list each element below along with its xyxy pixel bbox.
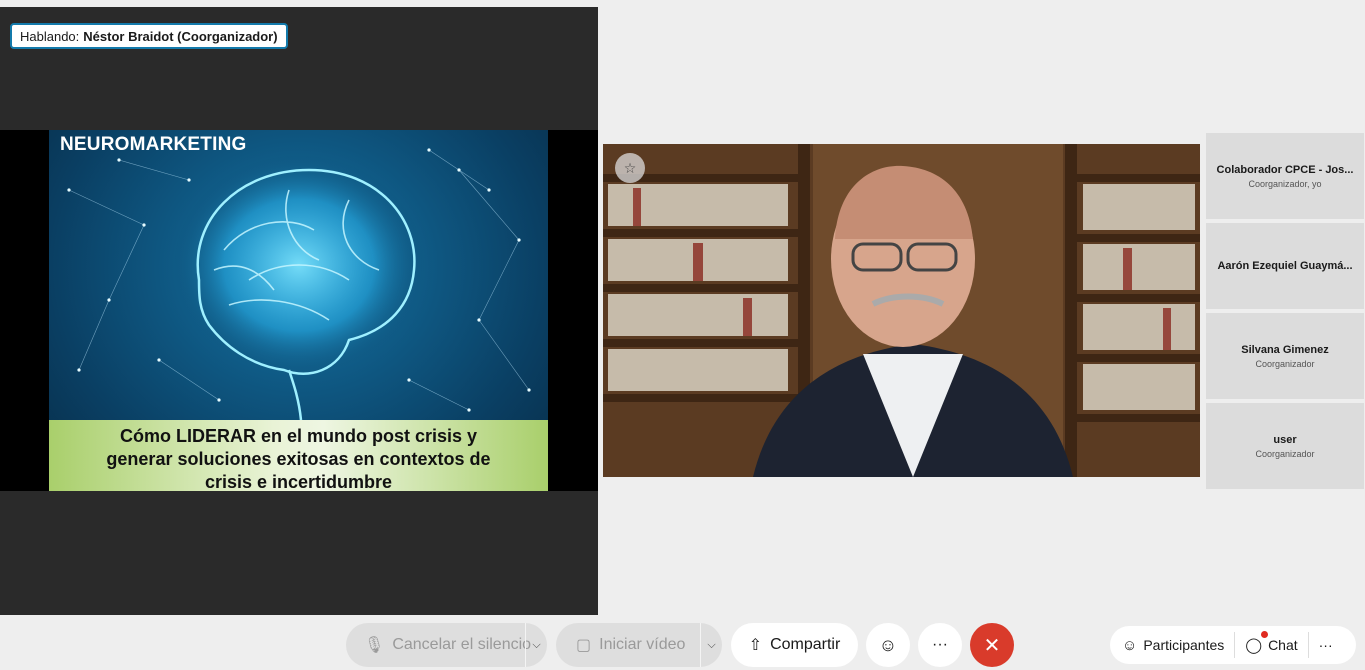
more-options-button[interactable]: ··· xyxy=(918,623,962,667)
participant-name: Silvana Gimenez xyxy=(1241,343,1329,356)
more-options-label: ··· xyxy=(932,636,948,653)
overflow-label: ··· xyxy=(1318,637,1333,653)
speaker-video-frame xyxy=(603,144,1200,477)
participants-button[interactable]: ☺ Participantes xyxy=(1110,626,1234,664)
active-speaker-indicator: Hablando: Néstor Braidot (Coorganizador) xyxy=(10,23,288,49)
speaking-prefix: Hablando: xyxy=(20,28,80,44)
participant-role: Coorganizador xyxy=(1255,358,1315,369)
microphone-icon: 🎙 xyxy=(364,637,385,654)
smiley-icon: ☺ xyxy=(878,634,898,655)
brain-illustration xyxy=(67,148,531,420)
pin-icon[interactable]: ☆ xyxy=(615,153,645,183)
chat-bubble-icon: ◯ xyxy=(1245,637,1263,654)
share-label: Compartir xyxy=(770,636,841,653)
presentation-slide: NEUROMARKETING Cómo LIDERAR en el mundo … xyxy=(49,130,548,491)
chat-button[interactable]: ◯ Chat xyxy=(1235,626,1307,664)
participant-tile[interactable]: Silvana Gimenez Coorganizador xyxy=(1206,313,1364,399)
person-icon: ☺ xyxy=(1122,636,1138,654)
participant-tile[interactable]: Aarón Ezequiel Guaymá... xyxy=(1206,223,1364,309)
video-options-chevron-down-icon[interactable]: ⌵ xyxy=(700,623,722,667)
participant-name: Aarón Ezequiel Guaymá... xyxy=(1217,260,1353,272)
slide-title: NEUROMARKETING xyxy=(60,134,247,155)
overflow-menu-button[interactable]: ··· xyxy=(1309,626,1343,664)
participant-tile[interactable]: Colaborador CPCE - Jos... Coorganizador,… xyxy=(1206,133,1364,219)
participant-roster: Colaborador CPCE - Jos... Coorganizador,… xyxy=(1206,133,1364,493)
unmute-label: Cancelar el silencio xyxy=(392,636,532,653)
slide-caption-line1: Cómo LIDERAR en el mundo post crisis y xyxy=(119,426,478,446)
participant-name: user xyxy=(1273,433,1297,446)
speaking-name: Néstor Braidot (Coorganizador) xyxy=(83,28,278,44)
audio-options-chevron-down-icon[interactable]: ⌵ xyxy=(525,623,547,667)
unmute-button[interactable]: 🎙 Cancelar el silencio ⌵ xyxy=(346,623,547,667)
start-video-label: Iniciar vídeo xyxy=(599,636,686,653)
slide-caption: Cómo LIDERAR en el mundo post crisis y g… xyxy=(49,420,548,491)
camera-icon: ▢ xyxy=(576,637,592,654)
reactions-button[interactable]: ☺ xyxy=(866,623,910,667)
panel-toggle-group: ☺ Participantes ◯ Chat ··· xyxy=(1110,626,1356,664)
slide-caption-line3: crisis e incertidumbre xyxy=(204,472,393,491)
participant-name: Colaborador CPCE - Jos... xyxy=(1216,163,1354,176)
participants-label: Participantes xyxy=(1143,637,1225,653)
share-icon: ⇧ xyxy=(748,637,763,654)
close-icon: ✕ xyxy=(983,634,1001,657)
participant-role: Coorganizador xyxy=(1255,448,1315,459)
speaker-video: ☆ xyxy=(603,144,1200,477)
start-video-button[interactable]: ▢ Iniciar vídeo ⌵ xyxy=(556,623,722,667)
participant-tile[interactable]: user Coorganizador xyxy=(1206,403,1364,489)
slide-frame: NEUROMARKETING Cómo LIDERAR en el mundo … xyxy=(0,130,598,491)
leave-meeting-button[interactable]: ✕ xyxy=(970,623,1014,667)
share-button[interactable]: ⇧ Compartir xyxy=(731,623,858,667)
slide-caption-line2: generar soluciones exitosas en contextos… xyxy=(106,449,491,469)
participant-role: Coorganizador, yo xyxy=(1248,178,1322,189)
shared-content-pane: Hablando: Néstor Braidot (Coorganizador) xyxy=(0,7,598,615)
chat-label: Chat xyxy=(1268,637,1298,653)
